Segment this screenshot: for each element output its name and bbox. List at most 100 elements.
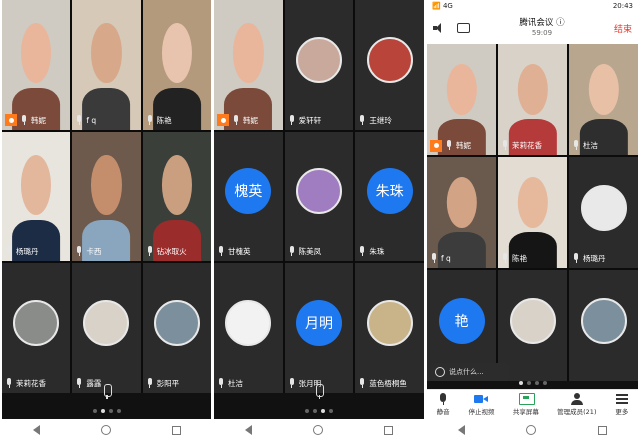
gallery-panel-2: 韩妮爱轩轩 王继玲槐英 甘槐英陈美凤 朱珠 朱珠杜洁 月明 张月明 蓝色梧桐鱼 (214, 0, 424, 441)
participant-tile[interactable]: 月明 张月明 (284, 263, 354, 393)
participant-tile[interactable] (569, 270, 638, 381)
info-icon[interactable]: ⓘ (556, 18, 565, 28)
participant-tile[interactable]: 蓝色梧桐鱼 (355, 263, 424, 393)
participant-tile[interactable]: 陈美凤 (284, 131, 354, 262)
back-icon[interactable] (32, 425, 40, 435)
page-dot[interactable] (92, 409, 97, 413)
stop-video-button[interactable]: 停止视频 (468, 393, 494, 416)
page-dot[interactable] (526, 381, 531, 385)
participant-tile[interactable]: 茉莉花香 (2, 263, 71, 393)
mic-icon (288, 378, 296, 389)
recent-apps-icon[interactable] (384, 425, 394, 435)
participant-tile[interactable]: 茉莉花香 (498, 44, 567, 155)
participant-tile[interactable]: 杜洁 (214, 263, 283, 393)
recent-apps-icon[interactable] (598, 425, 608, 435)
participant-label: 陈艳 (146, 114, 172, 127)
mic-icon (288, 114, 296, 126)
camera-switch-icon[interactable] (457, 23, 470, 33)
participant-name: 陈美凤 (298, 247, 322, 257)
emoji-icon[interactable] (435, 367, 445, 377)
mute-button[interactable]: 静音 (436, 393, 450, 416)
mic-icon (572, 253, 580, 264)
toolbar-label: 停止视频 (468, 408, 495, 416)
page-indicator (214, 409, 424, 413)
home-icon[interactable] (100, 425, 111, 435)
participant-name: 杜洁 (583, 141, 598, 150)
participant-tile[interactable]: 彭阳平 (142, 263, 211, 393)
meeting-header: 腾讯会议 ⓘ 59:09 结束 (427, 12, 638, 44)
mic-icon (146, 114, 154, 126)
participant-tile[interactable]: 陈艳 (498, 157, 567, 268)
mic-icon[interactable] (310, 383, 328, 401)
participant-tile[interactable]: 陈艳 (142, 0, 211, 130)
participant-name: 甘槐英 (228, 247, 251, 257)
participant-tile[interactable]: f q (72, 0, 141, 130)
participant-tile[interactable]: 露露 (72, 263, 141, 393)
participant-tile[interactable]: 杨璐丹 (2, 131, 71, 262)
participant-tile[interactable]: 王继玲 (355, 0, 424, 130)
share-screen-button[interactable]: 共享屏幕 (513, 393, 539, 416)
participant-tile[interactable]: 韩妮 (427, 44, 496, 155)
page-dot[interactable] (313, 409, 317, 413)
toolbar-label: 共享屏幕 (512, 408, 539, 416)
back-icon[interactable] (457, 425, 465, 435)
video-icon (474, 393, 489, 405)
more-button[interactable]: 更多 (615, 393, 629, 416)
home-icon[interactable] (312, 425, 323, 435)
end-meeting-button[interactable]: 结束 (614, 22, 632, 35)
participant-tile[interactable]: 韩妮 (2, 0, 71, 130)
participant-tile[interactable]: f q (427, 157, 496, 268)
mic-icon (75, 246, 83, 257)
page-dot[interactable] (108, 409, 113, 413)
page-dot[interactable] (329, 409, 333, 413)
mic-icon (217, 378, 225, 389)
participant-avatar (580, 298, 627, 345)
participant-label: 陈美凤 (288, 245, 322, 258)
participant-video (142, 131, 211, 262)
participant-avatar (153, 299, 200, 346)
participant-tile[interactable]: 爱轩轩 (284, 0, 354, 130)
participant-label: f q (430, 252, 451, 265)
participant-tile[interactable]: 钻冰取火 (142, 131, 211, 262)
participant-name: 韩妮 (456, 141, 471, 150)
manage-members-button[interactable]: 管理成员(21) (557, 393, 596, 416)
participant-video (214, 0, 283, 130)
participant-label: 韩妮 (5, 114, 46, 127)
clock: 20:43 (612, 2, 633, 10)
back-icon[interactable] (244, 425, 252, 435)
meeting-duration: 59:09 (531, 28, 553, 37)
participant-avatar (83, 299, 130, 346)
participant-tile[interactable]: 卡西 (72, 131, 141, 262)
participant-name: 杨璐丹 (583, 254, 606, 263)
meeting-title[interactable]: 腾讯会议 ⓘ 59:09 (519, 18, 564, 37)
participant-tile[interactable]: 杨璐丹 (569, 157, 638, 268)
toolbar-label: 静音 (436, 408, 450, 416)
participant-tile[interactable]: 韩妮 (214, 0, 283, 130)
page-dot[interactable] (518, 381, 523, 385)
page-dot[interactable] (534, 381, 539, 385)
participant-name: 陈艳 (156, 115, 172, 125)
page-dot[interactable] (321, 409, 325, 413)
mic-icon (358, 246, 366, 257)
host-icon (5, 114, 17, 127)
participant-name: 杨璐丹 (16, 247, 39, 257)
participant-name: 彭阳平 (156, 379, 180, 388)
page-dot[interactable] (100, 409, 105, 413)
participant-label: 杨璐丹 (5, 245, 39, 258)
speaker-icon[interactable] (433, 23, 447, 33)
participant-tile[interactable]: 杜洁 (569, 44, 638, 155)
participant-tile[interactable]: 朱珠 朱珠 (355, 131, 424, 262)
recent-apps-icon[interactable] (171, 425, 181, 435)
page-dot[interactable] (116, 409, 121, 413)
mic-icon (75, 378, 83, 389)
mic-icon[interactable] (98, 383, 116, 401)
chat-input[interactable]: 说点什么... (431, 363, 509, 381)
mic-icon (436, 393, 450, 405)
page-dot[interactable] (542, 381, 547, 385)
participant-tile[interactable]: 槐英 甘槐英 (214, 131, 283, 262)
participant-label: 爱轩轩 (288, 114, 322, 127)
participant-name: 爱轩轩 (298, 115, 322, 125)
home-icon[interactable] (526, 425, 537, 435)
participant-name: 卡西 (86, 247, 102, 257)
page-dot[interactable] (305, 409, 309, 413)
